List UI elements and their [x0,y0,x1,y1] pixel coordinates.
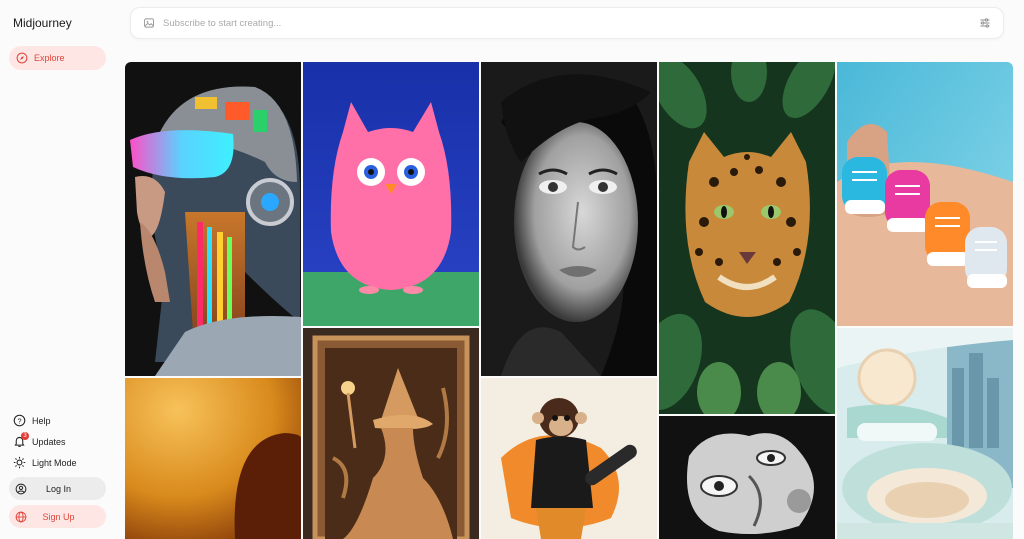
compass-icon [16,52,28,64]
pink-owl-image [303,62,479,326]
gallery-image-pink-owl[interactable] [303,62,479,326]
help-icon: ? [13,414,26,427]
orange-abstract-image [125,378,301,539]
eye-sculpture-image [659,416,835,539]
leopard-image [659,62,835,414]
gallery-image-robot-woman[interactable] [125,62,301,376]
gallery-image-orange-abstract[interactable] [125,378,301,539]
nav-help-label: Help [32,415,51,426]
nav-updates-label: Updates [32,436,66,447]
cyborg-woman-image [125,62,301,376]
signup-label: Sign Up [42,511,75,522]
nav-updates[interactable]: 3 Updates [13,432,66,448]
bell-icon-wrap: 3 [13,432,29,448]
login-button[interactable]: Log In [9,477,106,500]
gallery-image-bw-portrait[interactable] [481,62,657,376]
search-bar[interactable] [130,7,1004,39]
updates-badge: 3 [21,432,29,440]
gallery-image-leopard[interactable] [659,62,835,414]
gallery-image-eye-sculpture[interactable] [659,416,835,539]
app-title[interactable]: Midjourney [13,16,72,30]
nav-explore[interactable]: Explore [9,46,106,70]
nav-explore-label: Explore [34,53,65,63]
user-icon [15,483,27,494]
login-label: Log In [45,483,72,494]
monkey-skate-image [481,378,657,539]
carved-witch-image [303,328,479,539]
bw-portrait-image [481,62,657,376]
image-gallery [125,62,1013,539]
filter-settings-icon[interactable] [979,17,991,29]
gallery-image-sneaker-nails[interactable] [837,62,1013,326]
bedroom-image [837,328,1013,539]
nav-light-mode-label: Light Mode [32,457,77,468]
gallery-image-bedroom[interactable] [837,328,1013,539]
nav-help[interactable]: ? Help [13,414,51,427]
gallery-image-monkey-skate[interactable] [481,378,657,539]
signup-button[interactable]: Sign Up [9,505,106,528]
sun-icon [13,456,26,469]
image-icon [144,18,154,28]
sidebar: Midjourney Explore ? Help 3 Updates Ligh… [0,0,116,539]
sneaker-nails-image [837,62,1013,326]
nav-light-mode[interactable]: Light Mode [13,456,77,469]
gallery-image-carved-witch[interactable] [303,328,479,539]
search-input[interactable] [163,17,979,29]
svg-text:?: ? [17,416,21,425]
globe-icon [15,511,27,522]
